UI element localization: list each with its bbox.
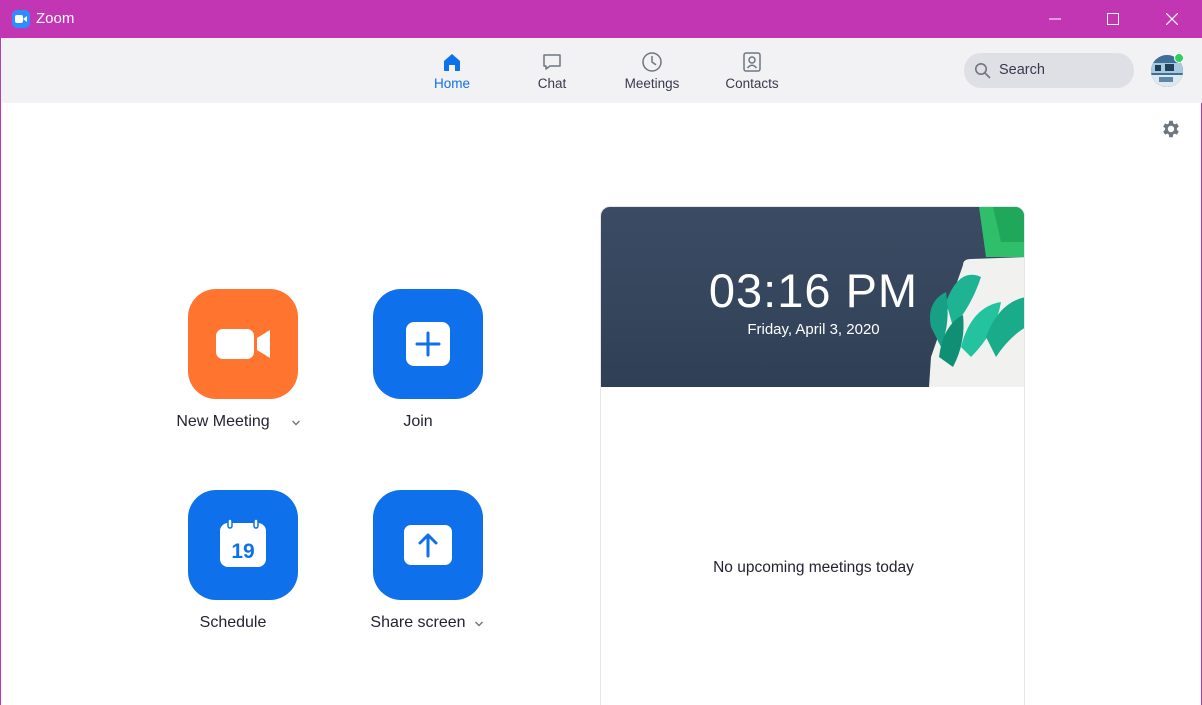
home-icon — [444, 54, 460, 71]
upcoming-meetings-panel: 03:16 PM Friday, April 3, 2020 No upcomi… — [600, 206, 1025, 705]
join-label: Join — [403, 413, 433, 430]
maximize-icon — [1107, 13, 1119, 25]
tab-contacts[interactable]: Contacts — [707, 38, 797, 103]
schedule-button[interactable]: 19 — [188, 490, 298, 600]
close-icon — [1166, 13, 1178, 25]
new-meeting-label: New Meeting — [176, 413, 270, 430]
search-icon — [975, 63, 991, 79]
tab-label: Home — [433, 76, 470, 91]
clock-time: 03:16 PM — [708, 264, 919, 317]
clock-banner: 03:16 PM Friday, April 3, 2020 — [601, 207, 1024, 387]
share-arrow-icon — [404, 525, 452, 565]
tab-chat[interactable]: Chat — [507, 38, 597, 103]
search-placeholder: Search — [999, 62, 1045, 78]
minimize-icon — [1049, 18, 1061, 20]
tab-label: Meetings — [624, 76, 680, 91]
plus-icon — [406, 322, 450, 366]
calendar-day: 19 — [231, 540, 254, 563]
no-meetings-message: No upcoming meetings today — [713, 559, 914, 576]
window-title: Zoom — [36, 10, 75, 27]
gear-icon[interactable] — [1160, 118, 1182, 140]
search-input[interactable]: Search — [964, 53, 1134, 88]
tab-home[interactable]: Home — [407, 38, 497, 103]
zoom-window: Zoom Home Chat Meetings Contacts Search … — [0, 0, 1202, 705]
contacts-icon — [743, 52, 761, 72]
title-bar: Zoom — [1, 0, 1202, 38]
minimize-button[interactable] — [1026, 0, 1084, 38]
tab-meetings[interactable]: Meetings — [607, 38, 697, 103]
chevron-down-icon[interactable] — [474, 620, 484, 628]
new-meeting-button[interactable] — [188, 289, 298, 399]
maximize-button[interactable] — [1084, 0, 1142, 38]
chat-icon — [543, 54, 561, 70]
chevron-down-icon[interactable] — [291, 419, 301, 427]
top-nav: Home Chat Meetings Contacts Search — [2, 38, 1202, 103]
clock-date: Friday, April 3, 2020 — [747, 321, 880, 338]
zoom-logo-icon — [12, 10, 30, 28]
calendar-icon: 19 — [220, 518, 266, 567]
video-camera-icon — [216, 329, 270, 359]
close-button[interactable] — [1143, 0, 1201, 38]
join-button[interactable] — [373, 289, 483, 399]
tab-label: Contacts — [725, 76, 779, 91]
share-screen-button[interactable] — [373, 490, 483, 600]
tab-label: Chat — [537, 76, 567, 91]
schedule-label: Schedule — [199, 614, 267, 631]
clock-icon — [642, 52, 662, 72]
presence-status-dot — [1174, 53, 1184, 63]
